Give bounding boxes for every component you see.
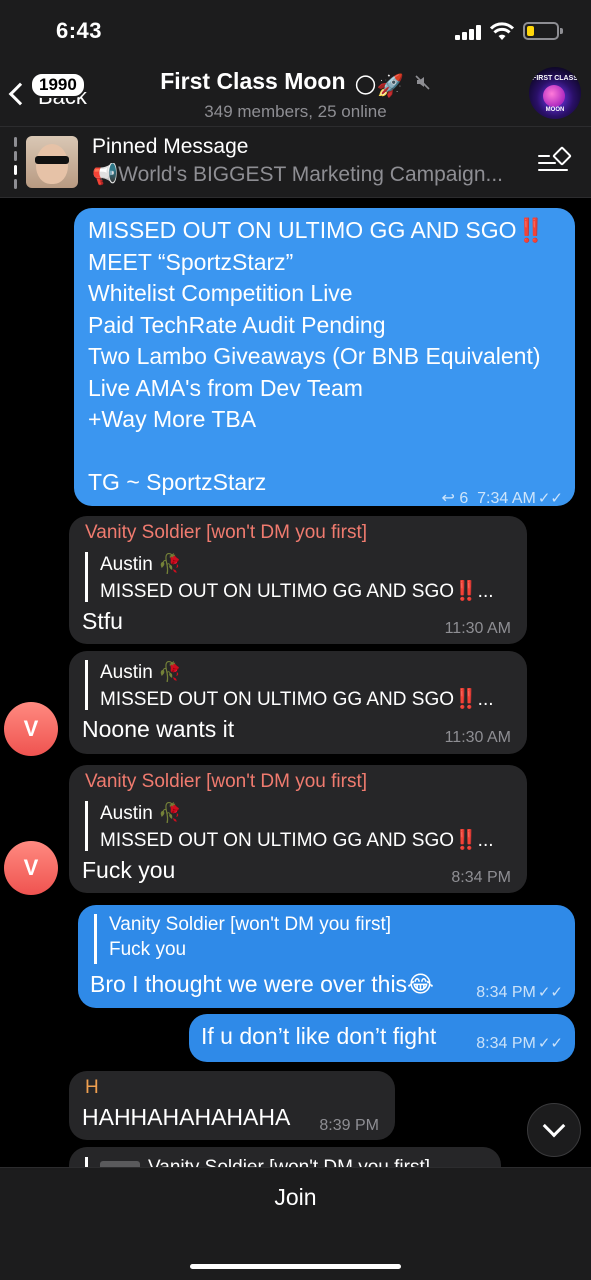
muted-icon: [415, 75, 430, 90]
chat-header: Back 1990 First Class Moon 🌕🚀 349 member…: [0, 60, 591, 126]
sender-name[interactable]: Vanity Soldier [won't DM you first]: [85, 771, 367, 793]
message-bubble-incoming[interactable]: Vanity Soldier [won't DM you first]: [69, 1147, 501, 1167]
message-text: Stfu: [82, 608, 123, 634]
pinned-indicator: [14, 137, 17, 189]
message-bubble-incoming[interactable]: Vanity Soldier [won't DM you first] Aust…: [69, 516, 527, 644]
chat-title-area[interactable]: First Class Moon 🌕🚀 349 members, 25 onli…: [140, 68, 451, 122]
avatar-text-top: FIRST CLASS: [532, 75, 578, 82]
message-time: 8:39 PM: [319, 1117, 379, 1134]
back-button[interactable]: Back 1990: [8, 66, 118, 116]
sender-name[interactable]: H: [85, 1077, 99, 1099]
message-text: Noone wants it: [82, 716, 235, 742]
message-time: 8:34 PM: [451, 869, 511, 886]
double-check-icon: ✓✓: [537, 984, 563, 1001]
reply-quote[interactable]: Vanity Soldier [won't DM you first]: [85, 1157, 430, 1167]
reply-quote[interactable]: Austin 🥀 MISSED OUT ON ULTIMO GG AND SGO…: [85, 552, 494, 602]
wifi-icon: [490, 22, 514, 40]
clock: 6:43: [56, 18, 103, 43]
message-text: MISSED OUT ON ULTIMO GG AND SGO‼️ MEET “…: [88, 217, 546, 495]
message-text: Fuck you: [82, 857, 176, 883]
reply-count-icon: ↩: [441, 490, 455, 507]
unread-badge: 1990: [30, 72, 86, 98]
avatar-text-bottom: MOON: [545, 107, 565, 113]
reply-author: Austin 🥀: [100, 803, 182, 824]
title-emoji: 🌕🚀: [353, 73, 405, 98]
message-time: 7:34 AM: [477, 490, 536, 507]
reply-quote[interactable]: Austin 🥀 MISSED OUT ON ULTIMO GG AND SGO…: [85, 801, 494, 851]
bottom-bar: Join: [0, 1167, 591, 1280]
chat-subtitle: 349 members, 25 online: [204, 102, 387, 121]
reply-snippet: MISSED OUT ON ULTIMO GG AND SGO‼️...: [100, 689, 494, 710]
chevron-down-icon: [542, 1114, 566, 1138]
cellular-signal-icon: [455, 24, 483, 40]
message-time: 11:30 AM: [444, 729, 511, 746]
pinned-text: 📢World's BIGGEST Marketing Campaign...: [92, 163, 504, 186]
message-bubble-incoming[interactable]: Vanity Soldier [won't DM you first] Aust…: [69, 765, 527, 893]
moon-graphic: [543, 85, 565, 107]
pinned-message-bar[interactable]: Pinned Message 📢World's BIGGEST Marketin…: [0, 126, 591, 198]
message-bubble-incoming[interactable]: Austin 🥀 MISSED OUT ON ULTIMO GG AND SGO…: [69, 651, 527, 754]
pinned-list-icon[interactable]: [538, 146, 572, 175]
pinned-thumbnail: [26, 136, 78, 188]
chat-title: First Class Moon: [160, 68, 346, 94]
sender-name[interactable]: Vanity Soldier [won't DM you first]: [85, 522, 367, 544]
reply-count: 6: [459, 490, 469, 507]
home-indicator[interactable]: [190, 1264, 401, 1269]
message-text: HAHHAHAHAHAHA: [82, 1104, 291, 1130]
message-bubble-outgoing[interactable]: MISSED OUT ON ULTIMO GG AND SGO‼️ MEET “…: [74, 208, 575, 508]
chevron-left-icon: [8, 82, 32, 106]
group-avatar[interactable]: FIRST CLASS MOON: [529, 67, 581, 119]
double-check-icon: ✓✓: [537, 1035, 563, 1052]
message-bubble-outgoing[interactable]: If u don’t like don’t fight 8:34 PM ✓✓: [189, 1014, 575, 1062]
reply-author: Vanity Soldier [won't DM you first]: [109, 914, 392, 935]
message-meta: 8:34 PM ✓✓: [476, 983, 563, 1002]
message-meta: ↩ 6 7:34 AM ✓✓: [442, 488, 564, 508]
reply-author: Austin 🥀: [100, 662, 182, 683]
sender-avatar[interactable]: V: [4, 702, 58, 756]
message-text: Bro I thought we were over this😂: [90, 971, 434, 997]
status-bar: 6:43: [0, 0, 591, 60]
reply-quote[interactable]: Vanity Soldier [won't DM you first] Fuck…: [94, 914, 391, 964]
reply-snippet: MISSED OUT ON ULTIMO GG AND SGO‼️...: [100, 830, 494, 851]
battery-icon: [523, 22, 563, 40]
message-time: 8:34 PM: [476, 1035, 536, 1052]
join-button[interactable]: Join: [0, 1184, 591, 1211]
double-check-icon: ✓✓: [537, 490, 563, 507]
reply-author: Austin 🥀: [100, 554, 182, 575]
reply-quote[interactable]: Austin 🥀 MISSED OUT ON ULTIMO GG AND SGO…: [85, 660, 494, 710]
message-time: 11:30 AM: [444, 620, 511, 637]
message-bubble-incoming[interactable]: H HAHHAHAHAHAHA 8:39 PM: [69, 1071, 395, 1140]
sender-avatar[interactable]: V: [4, 841, 58, 895]
message-bubble-outgoing[interactable]: Vanity Soldier [won't DM you first] Fuck…: [78, 905, 575, 1008]
pinned-title: Pinned Message: [92, 135, 249, 158]
message-list[interactable]: MISSED OUT ON ULTIMO GG AND SGO‼️ MEET “…: [0, 199, 591, 1167]
scroll-to-bottom-button[interactable]: [527, 1103, 581, 1157]
reply-author: Vanity Soldier [won't DM you first]: [148, 1157, 430, 1167]
message-text: If u don’t like don’t fight: [201, 1023, 437, 1049]
reply-snippet: Fuck you: [109, 939, 187, 960]
message-time: 8:34 PM: [476, 984, 536, 1001]
reply-snippet: MISSED OUT ON ULTIMO GG AND SGO‼️...: [100, 581, 494, 602]
message-meta: 8:34 PM ✓✓: [476, 1034, 563, 1053]
